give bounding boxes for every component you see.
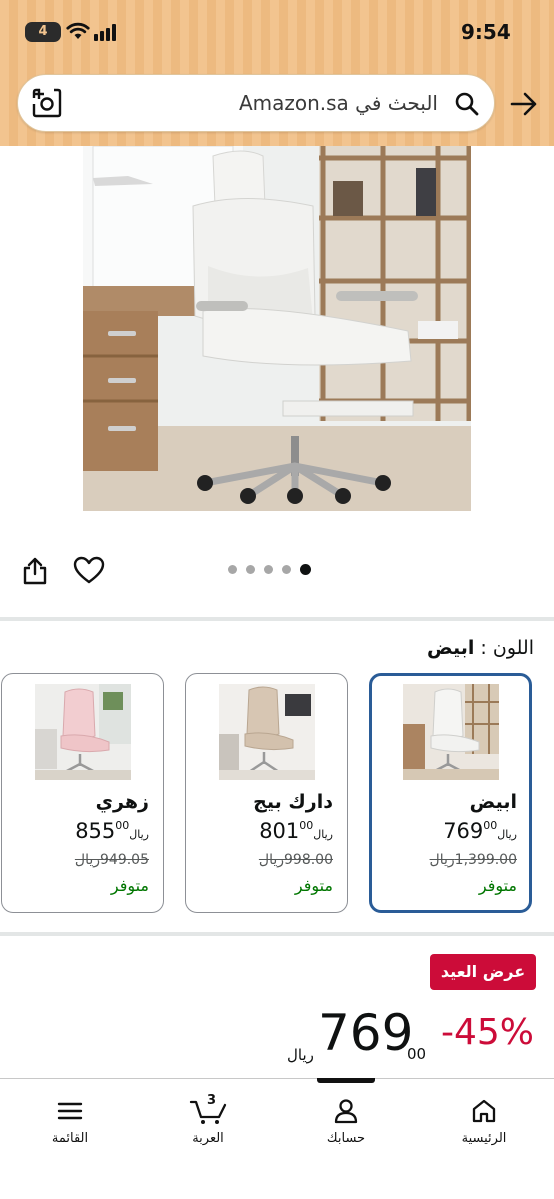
color-option-price: ريال 80100 xyxy=(259,819,333,843)
price-currency: ريال xyxy=(313,828,333,841)
nav-home-label: الرئيسية xyxy=(461,1131,507,1146)
color-label-value: ابيض xyxy=(427,637,475,659)
color-option-old-price: 949.05ريال xyxy=(74,852,149,868)
account-icon xyxy=(334,1099,358,1124)
color-option-white[interactable]: ابيض ريال 76900 1,399.00ريال متوفر xyxy=(369,673,532,913)
nav-account[interactable]: حسابك xyxy=(301,1097,391,1146)
carousel-dot[interactable] xyxy=(264,565,273,574)
color-option-availability: متوفر xyxy=(110,876,149,895)
camera-search-icon[interactable] xyxy=(31,87,63,119)
nav-active-indicator xyxy=(317,1078,375,1083)
nav-cart[interactable]: 3 العربة xyxy=(163,1093,253,1146)
color-option-name: دارك بيج xyxy=(253,791,333,813)
color-option-price: ريال 76900 xyxy=(443,819,517,843)
divider xyxy=(0,932,554,936)
home-icon xyxy=(472,1099,496,1123)
wifi-icon xyxy=(66,22,90,39)
price-currency: ريال xyxy=(287,1046,314,1064)
color-option-name: ابيض xyxy=(469,791,517,813)
divider xyxy=(0,617,554,621)
share-icon[interactable] xyxy=(22,556,48,586)
color-option-dark-beige[interactable]: دارك بيج ريال 80100 998.00ريال متوفر xyxy=(185,673,348,913)
status-time: 9:54 xyxy=(461,20,511,44)
nav-cart-label: العربة xyxy=(192,1131,224,1146)
carousel-dot[interactable] xyxy=(228,565,237,574)
nav-menu-label: القائمة xyxy=(51,1131,89,1146)
deal-badge: عرض العيد xyxy=(430,954,536,990)
price-currency: ريال xyxy=(497,828,517,841)
color-option-availability: متوفر xyxy=(478,876,517,895)
carousel-dot[interactable] xyxy=(282,565,291,574)
price-fraction: 00 xyxy=(483,819,498,832)
menu-icon xyxy=(57,1102,83,1120)
cart-count: 3 xyxy=(207,1093,217,1108)
color-thumbnail-pink xyxy=(35,684,131,780)
color-thumbnail-white xyxy=(403,684,499,780)
color-option-availability: متوفر xyxy=(294,876,333,895)
color-option-old-price: 998.00ريال xyxy=(258,852,333,868)
nav-account-label: حسابك xyxy=(326,1131,366,1146)
search-icon[interactable] xyxy=(454,91,480,117)
price-fraction: 00 xyxy=(115,819,130,832)
carousel-dot[interactable] xyxy=(246,565,255,574)
price-whole: 769 xyxy=(443,819,484,843)
search-input[interactable]: البحث في Amazon.sa xyxy=(239,91,438,115)
price-whole: 769 xyxy=(318,1004,414,1062)
image-carousel-dots xyxy=(228,564,311,575)
nav-home[interactable]: الرئيسية xyxy=(439,1097,529,1146)
price-fraction: 00 xyxy=(299,819,314,832)
search-bar[interactable]: البحث في Amazon.sa xyxy=(17,74,495,132)
bottom-nav: الرئيسية حسابك 3 العربة القائمة xyxy=(0,1078,554,1199)
header: 4 9:54 البحث في Amazon.sa xyxy=(0,0,554,146)
carousel-dot-active[interactable] xyxy=(300,564,311,575)
color-option-old-price: 1,399.00ريال xyxy=(429,852,517,868)
battery-indicator: 4 xyxy=(25,22,61,42)
price-currency: ريال xyxy=(129,828,149,841)
heart-icon[interactable] xyxy=(73,555,105,585)
signal-icon xyxy=(94,24,116,41)
color-option-name: زهري xyxy=(95,791,149,813)
price-whole: 855 xyxy=(75,819,116,843)
color-thumbnail-dark-beige xyxy=(219,684,315,780)
nav-menu[interactable]: القائمة xyxy=(25,1097,115,1146)
price-whole: 801 xyxy=(259,819,300,843)
color-option-pink[interactable]: زهري ريال 85500 949.05ريال متوفر xyxy=(1,673,164,913)
discount-percent: -45% xyxy=(441,1012,535,1053)
color-label-text: اللون : xyxy=(480,637,534,659)
color-label: اللون : ابيض xyxy=(427,637,534,659)
back-arrow-icon[interactable] xyxy=(509,90,539,118)
color-option-price: ريال 85500 xyxy=(75,819,149,843)
product-image[interactable] xyxy=(83,146,471,511)
